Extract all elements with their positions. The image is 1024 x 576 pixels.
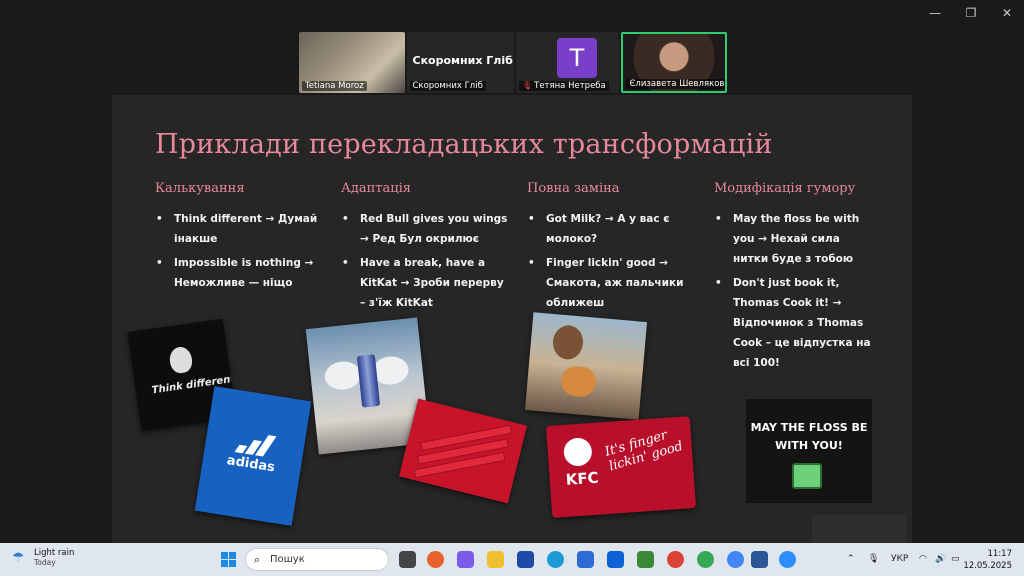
list-item: Impossible is nothing → Неможливе — ніщо <box>155 253 325 293</box>
milk-ad-image <box>524 312 648 420</box>
floss-ad-text: MAY THE FLOSS BE WITH YOU! <box>750 421 868 452</box>
chevron-up-icon[interactable]: ⌃ <box>847 554 855 564</box>
dropbox-icon[interactable] <box>607 551 624 568</box>
copilot-icon[interactable] <box>457 551 474 568</box>
list-item: Don't just book it, Thomas Cook it! → Ві… <box>714 273 872 373</box>
kfc-ad-image: KFC It's finger lickin' good <box>545 416 697 518</box>
clock-time: 11:17 <box>987 549 1013 559</box>
participant-tile[interactable]: Скоромних Гліб Скоромних Гліб <box>406 32 514 93</box>
slide-title: Приклади перекладацьких трансформацій <box>155 129 773 160</box>
clock[interactable]: 11:17 12.05.2025 <box>963 548 1012 572</box>
weather-widget[interactable]: ☂ Light rain Today <box>12 548 74 567</box>
weather-day: Today <box>34 558 56 567</box>
restore-icon[interactable]: ❐ <box>964 6 978 20</box>
column-heading: Адаптація <box>341 181 411 196</box>
battery-icon[interactable]: ▭ <box>951 554 960 564</box>
task-view-icon[interactable] <box>399 551 416 568</box>
word-icon[interactable] <box>751 551 768 568</box>
participant-tile-active[interactable]: Єлизавета Шевлякова <box>621 32 727 93</box>
person-icon <box>551 324 585 361</box>
adidas-logo-icon <box>234 431 277 458</box>
floss-box-icon <box>792 463 822 489</box>
edge-icon[interactable] <box>547 551 564 568</box>
kfc-slogan: It's finger lickin' good <box>603 427 685 475</box>
wifi-icon[interactable]: ◠ <box>919 554 927 564</box>
participants-strip: Tetiana Moroz Скоромних Гліб Скоромних Г… <box>299 32 727 93</box>
column-heading: Повна заміна <box>527 181 620 196</box>
participant-name: Tetiana Moroz <box>302 81 367 91</box>
rain-cloud-icon: ☂ <box>12 549 25 566</box>
wing-icon <box>323 359 363 392</box>
column-calque: Калькування Think different → Думай інак… <box>155 181 325 297</box>
search-icon: ⌕ <box>254 553 261 566</box>
list-item: Red Bull gives you wings → Ред Бул окрил… <box>341 209 511 249</box>
app-b-icon[interactable] <box>517 551 534 568</box>
column-replacement: Повна заміна Got Milk? → А у вас є молок… <box>527 181 697 317</box>
volume-icon[interactable]: 🔊 <box>935 554 946 564</box>
participant-name: Скоромних Гліб <box>409 81 486 91</box>
apple-logo-icon <box>168 345 194 375</box>
search-input[interactable]: ⌕ Пошук <box>245 548 389 571</box>
column-adaptation: Адаптація Red Bull gives you wings → Ред… <box>341 181 511 317</box>
floss-ad-image: MAY THE FLOSS BE WITH YOU! <box>746 399 872 503</box>
slide-corner-overlay <box>812 515 906 543</box>
clock-date: 12.05.2025 <box>963 561 1012 571</box>
avatar: T <box>556 38 597 78</box>
column-heading: Калькування <box>155 181 245 196</box>
list-item: Have a break, have a KitKat → Зроби пере… <box>341 253 511 313</box>
search-placeholder: Пошук <box>270 554 305 565</box>
app-icon[interactable] <box>637 551 654 568</box>
colonel-logo-icon <box>562 437 593 467</box>
minimize-icon[interactable]: — <box>928 6 942 20</box>
mic-muted-icon: 🎙 <box>521 81 533 90</box>
chrome-profile-2-icon[interactable] <box>727 551 744 568</box>
participant-name: Єлизавета Шевлякова <box>626 79 726 89</box>
participant-tile[interactable]: T 🎙 Тетяна Нетреба <box>515 32 620 93</box>
cat-icon <box>560 364 597 398</box>
adidas-ad-image: adidas <box>194 386 312 526</box>
list-item: Think different → Думай інакше <box>155 209 325 249</box>
store-icon[interactable] <box>577 551 594 568</box>
list-item: May the floss be with you → Нехай сила н… <box>714 209 872 269</box>
file-explorer-icon[interactable] <box>487 551 504 568</box>
firefox-icon[interactable] <box>427 551 444 568</box>
shared-slide: Приклади перекладацьких трансформацій Ка… <box>112 95 912 543</box>
participant-tile[interactable]: Tetiana Moroz <box>299 32 405 93</box>
taskbar: ☂ Light rain Today ⌕ Пошук ⌃ 🎙 УКР ◠ 🔊 ▭… <box>0 543 1024 576</box>
column-heading: Модифікація гумору <box>714 181 856 196</box>
chrome-icon[interactable] <box>667 551 684 568</box>
window-controls: — ❐ ✕ <box>928 6 1014 20</box>
chrome-profile-icon[interactable] <box>697 551 714 568</box>
microphone-icon[interactable]: 🎙 <box>868 554 879 564</box>
language-indicator[interactable]: УКР <box>891 554 908 564</box>
zoom-icon[interactable] <box>779 551 796 568</box>
start-icon[interactable] <box>221 552 236 567</box>
participant-display-title: Скоромних Гліб <box>412 54 513 67</box>
kitkat-ad-image <box>398 398 528 504</box>
participant-name-wrap: 🎙 Тетяна Нетреба <box>518 81 609 91</box>
list-item: Finger lickin' good → Смакота, аж пальчи… <box>527 253 697 313</box>
list-item: Got Milk? → А у вас є молоко? <box>527 209 697 249</box>
participant-name: Тетяна Нетреба <box>534 81 606 91</box>
close-icon[interactable]: ✕ <box>1000 6 1014 20</box>
kfc-logo-text: KFC <box>565 468 600 489</box>
weather-condition: Light rain <box>34 548 75 558</box>
column-humor: Модифікація гумору May the floss be with… <box>714 181 872 377</box>
